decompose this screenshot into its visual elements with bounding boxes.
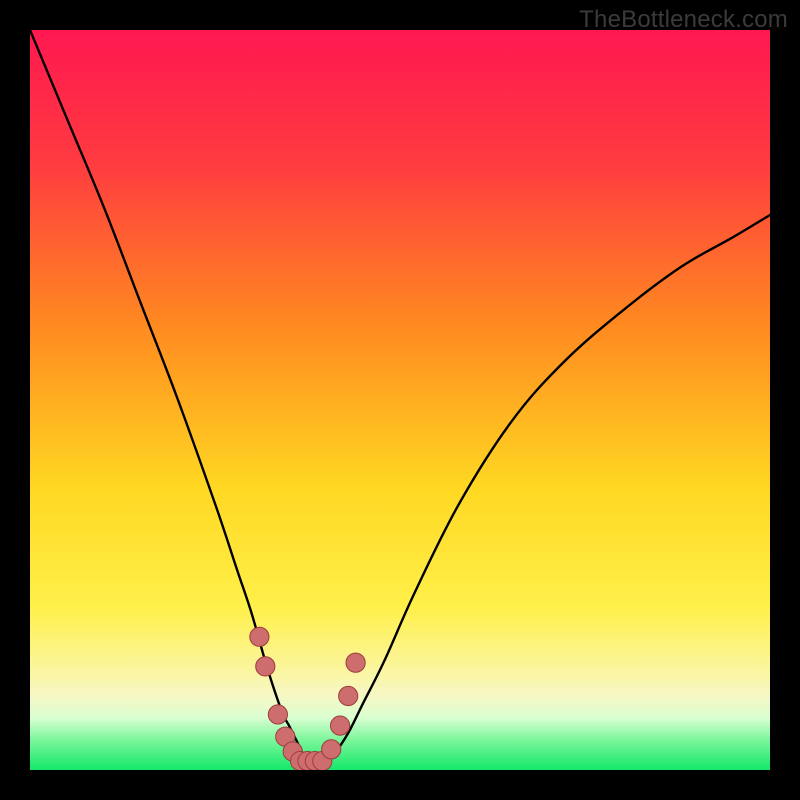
bead — [331, 716, 350, 735]
watermark-text: TheBottleneck.com — [579, 6, 788, 34]
bead — [268, 705, 287, 724]
floor-beads — [250, 627, 365, 770]
bead — [339, 686, 358, 705]
bead — [250, 627, 269, 646]
bead — [322, 740, 341, 759]
bottleneck-curve — [30, 30, 770, 763]
plot-area — [30, 30, 770, 770]
chart-svg — [30, 30, 770, 770]
bead — [256, 657, 275, 676]
bead — [346, 653, 365, 672]
